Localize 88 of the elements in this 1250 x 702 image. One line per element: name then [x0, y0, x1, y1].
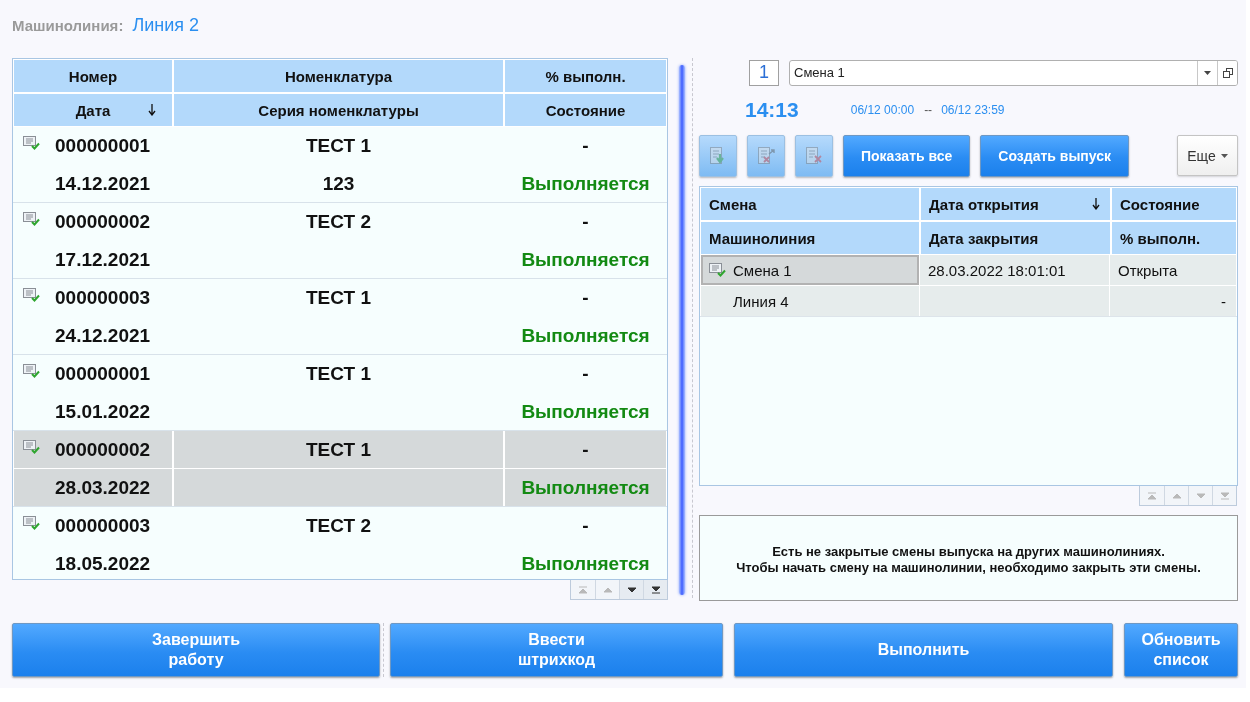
document-check-icon [23, 288, 40, 302]
column-header[interactable]: Дата [14, 94, 172, 126]
table-row[interactable]: 000000002 ТЕСТ 1 - 28.03.2022 Выполняется [13, 431, 667, 507]
order-status: Выполняется [521, 400, 650, 423]
completion-percent: - [582, 286, 589, 309]
column-header[interactable]: Смена [701, 188, 919, 220]
document-check-icon [23, 516, 40, 530]
nomenclature-name: ТЕСТ 2 [306, 514, 371, 537]
machine-line-label: Машинолиния: [12, 17, 124, 34]
document-cross-arrow-icon [756, 145, 776, 167]
sort-arrow-icon [148, 104, 156, 116]
order-date: 15.01.2022 [55, 400, 151, 423]
column-header[interactable]: Номенклатура [174, 60, 503, 92]
order-date: 28.03.2022 [55, 476, 151, 499]
period-separator: -- [924, 103, 933, 117]
current-time: 14:13 [745, 98, 799, 122]
completion-percent: - [582, 362, 589, 385]
column-header[interactable]: Машинолиния [701, 222, 919, 254]
sort-arrow-icon [1092, 198, 1100, 210]
shift-name: Смена 1 [733, 261, 792, 279]
caret-down-icon [1220, 153, 1228, 158]
order-number: 000000003 [55, 514, 151, 537]
message-text: Чтобы начать смену на машинолинии, необходимо закрыть эти смены. [736, 560, 1201, 576]
document-check-icon [23, 364, 40, 378]
scroll-button[interactable] [619, 580, 643, 599]
table-row[interactable]: 000000002 ТЕСТ 2 - 17.12.2021 Выполняется [13, 203, 667, 279]
completion-percent: - [582, 134, 589, 157]
previous-page-icon [602, 585, 613, 594]
order-number: 000000003 [55, 286, 151, 309]
column-header[interactable]: Состояние [1112, 188, 1236, 220]
nomenclature-name: ТЕСТ 2 [306, 210, 371, 233]
order-number: 000000002 [55, 438, 151, 461]
column-header[interactable]: % выполн. [1112, 222, 1236, 254]
order-date: 18.05.2022 [55, 552, 151, 575]
previous-page-icon [1171, 491, 1182, 500]
nomenclature-name: ТЕСТ 1 [306, 362, 371, 385]
action-button[interactable]: Ввести штрихкод [390, 623, 723, 677]
nomenclature-name: ТЕСТ 1 [306, 286, 371, 309]
line-name: Линия 4 [733, 292, 789, 310]
column-header[interactable]: % выполн. [505, 60, 666, 92]
last-page-icon [650, 585, 661, 594]
document-cross-icon [804, 145, 824, 167]
next-page-icon [626, 585, 637, 594]
period-end: 06/12 23:59 [941, 103, 1005, 117]
more-menu-button[interactable]: Еще [1177, 135, 1238, 176]
shift-state: Открыта [1118, 261, 1178, 279]
order-date: 17.12.2021 [55, 248, 151, 271]
first-page-icon [1147, 491, 1157, 500]
column-header[interactable]: Дата открытия [921, 188, 1110, 220]
nomenclature-series: 123 [322, 172, 355, 195]
order-date: 14.12.2021 [55, 172, 151, 195]
document-check-icon [23, 136, 40, 150]
completion-percent: - [582, 514, 589, 537]
order-number: 000000001 [55, 134, 151, 157]
document-check-icon [23, 440, 40, 454]
scroll-button[interactable] [643, 580, 667, 599]
opened-date: 28.03.2022 18:01:01 [928, 261, 1066, 279]
document-check-icon [709, 263, 726, 277]
message-text: Есть не закрытые смены выпуска на других машинолиниях. [772, 544, 1165, 560]
completion-percent: - [582, 438, 589, 461]
nomenclature-name: ТЕСТ 1 [306, 134, 371, 157]
table-row[interactable]: 000000001 ТЕСТ 1 - 14.12.2021 123 Выполняется [13, 127, 667, 203]
order-status: Выполняется [521, 172, 650, 195]
column-header[interactable]: Номер [14, 60, 172, 92]
next-page-icon [1195, 491, 1206, 500]
order-number: 000000001 [55, 362, 151, 385]
period-start: 06/12 00:00 [850, 103, 915, 117]
table-row[interactable]: Смена 1 28.03.2022 18:01:01 Открыта Линия 4 - [700, 255, 1237, 317]
completion-percent: - [1221, 292, 1226, 310]
order-status: Выполняется [521, 324, 650, 347]
order-number: 000000002 [55, 210, 151, 233]
splitter-handle[interactable] [679, 65, 685, 595]
action-button[interactable]: Завершить работу [12, 623, 380, 677]
column-header[interactable]: Дата закрытия [921, 222, 1110, 254]
table-row[interactable]: 000000003 ТЕСТ 1 - 24.12.2021 Выполняется [13, 279, 667, 355]
first-page-icon [578, 585, 588, 594]
column-header[interactable]: Состояние [505, 94, 666, 126]
order-date: 24.12.2021 [55, 324, 151, 347]
last-page-icon [1219, 491, 1230, 500]
document-check-icon [23, 212, 40, 226]
column-header[interactable]: Серия номенклатуры [174, 94, 503, 126]
order-status: Выполняется [521, 248, 650, 271]
action-button[interactable]: Обновить список [1124, 623, 1238, 677]
order-status: Выполняется [521, 552, 650, 575]
order-status: Выполняется [521, 476, 650, 499]
nomenclature-name: ТЕСТ 1 [306, 438, 371, 461]
shift-number-field[interactable]: 1 [749, 59, 779, 86]
completion-percent: - [582, 210, 589, 233]
